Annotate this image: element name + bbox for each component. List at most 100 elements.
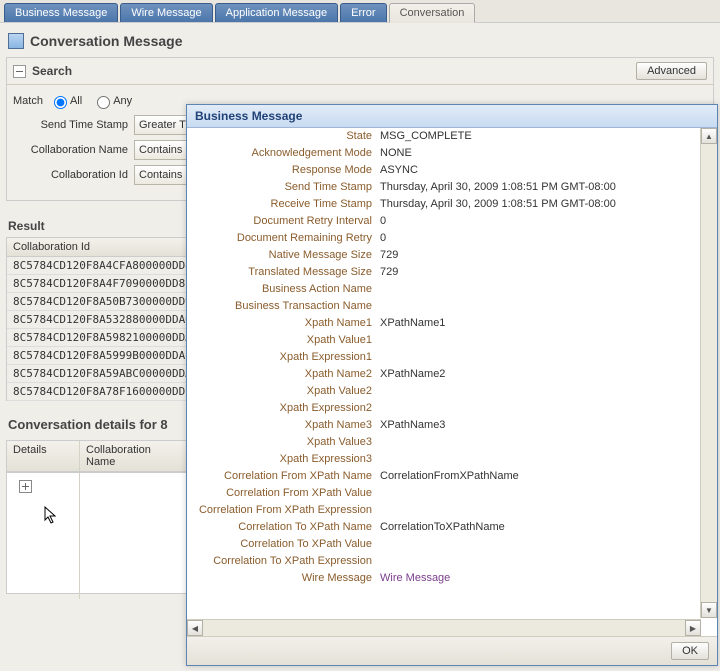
kv-row: Document Remaining Retry0 — [187, 230, 699, 247]
kv-row: Xpath Expression3 — [187, 451, 699, 468]
kv-row: Business Action Name — [187, 281, 699, 298]
field-value — [380, 536, 699, 553]
kv-row: Correlation To XPath Value — [187, 536, 699, 553]
field-value — [380, 383, 699, 400]
field-label: Collaboration Name — [13, 144, 134, 156]
field-value — [380, 451, 699, 468]
wire-message-link[interactable]: Wire Message — [380, 572, 450, 584]
field-value: XPathName2 — [380, 366, 699, 383]
scroll-left-icon[interactable]: ◀ — [187, 620, 203, 636]
field-value: 729 — [380, 247, 699, 264]
field-label: Receive Time Stamp — [187, 196, 380, 213]
expand-icon[interactable] — [19, 480, 32, 493]
field-value: Thursday, April 30, 2009 1:08:51 PM GMT-… — [380, 179, 699, 196]
table-row[interactable]: 8C5784CD120F8A5982100000DDAA — [7, 329, 207, 347]
kv-row: Xpath Name1XPathName1 — [187, 315, 699, 332]
field-label: Xpath Expression3 — [187, 451, 380, 468]
result-table: Collaboration Id 8C5784CD120F8A4CFA80000… — [6, 237, 208, 401]
field-value — [380, 502, 699, 519]
field-label: Xpath Value2 — [187, 383, 380, 400]
field-label: Correlation To XPath Name — [187, 519, 380, 536]
match-label: Match — [13, 95, 43, 107]
kv-row: Xpath Value1 — [187, 332, 699, 349]
field-value — [380, 281, 699, 298]
field-label: Xpath Expression1 — [187, 349, 380, 366]
tab-strip: Business Message Wire Message Applicatio… — [0, 0, 720, 23]
field-label: Response Mode — [187, 162, 380, 179]
scroll-right-icon[interactable]: ▶ — [685, 620, 701, 636]
table-row[interactable]: 8C5784CD120F8A4CFA800000DD8F9 — [7, 257, 207, 275]
field-value: ASYNC — [380, 162, 699, 179]
field-label: Correlation To XPath Value — [187, 536, 380, 553]
field-value — [380, 434, 699, 451]
conversation-icon — [8, 33, 24, 49]
field-label: Send Time Stamp — [13, 119, 134, 131]
field-label: Xpath Name3 — [187, 417, 380, 434]
tab-wire-message[interactable]: Wire Message — [120, 3, 212, 22]
field-label: Xpath Expression2 — [187, 400, 380, 417]
ok-button[interactable]: OK — [671, 642, 709, 660]
field-label: Correlation From XPath Name — [187, 468, 380, 485]
details-table: Details Collaboration Name — [6, 440, 188, 594]
kv-row: Xpath Value3 — [187, 434, 699, 451]
table-row[interactable]: 8C5784CD120F8A78F1600000DDB5 — [7, 383, 207, 401]
field-value — [380, 553, 699, 570]
field-value: 729 — [380, 264, 699, 281]
page-title-row: Conversation Message — [0, 23, 720, 57]
table-row[interactable]: 8C5784CD120F8A59ABC00000DDAC — [7, 365, 207, 383]
kv-row: Send Time StampThursday, April 30, 2009 … — [187, 179, 699, 196]
vertical-scrollbar[interactable]: ▲ ▼ — [700, 128, 717, 618]
kv-row: Xpath Expression2 — [187, 400, 699, 417]
match-any-radio[interactable] — [97, 96, 110, 109]
details-col-details[interactable]: Details — [7, 441, 80, 471]
tab-application-message[interactable]: Application Message — [215, 3, 339, 22]
field-value: MSG_COMPLETE — [380, 128, 699, 145]
field-label: Xpath Name1 — [187, 315, 380, 332]
kv-row: Acknowledgement ModeNONE — [187, 145, 699, 162]
kv-row: Correlation From XPath Expression — [187, 502, 699, 519]
details-col-collabname[interactable]: Collaboration Name — [80, 441, 187, 471]
page-title: Conversation Message — [30, 33, 183, 49]
field-value: XPathName3 — [380, 417, 699, 434]
table-row[interactable]: 8C5784CD120F8A5999B0000DDAB — [7, 347, 207, 365]
field-label: Correlation From XPath Value — [187, 485, 380, 502]
kv-row: Response ModeASYNC — [187, 162, 699, 179]
scroll-down-icon[interactable]: ▼ — [701, 602, 717, 618]
field-label: State — [187, 128, 380, 145]
field-value: 0 — [380, 213, 699, 230]
table-row[interactable]: 8C5784CD120F8A532880000DDA0 — [7, 311, 207, 329]
kv-row: StateMSG_COMPLETE — [187, 128, 699, 145]
tab-business-message[interactable]: Business Message — [4, 3, 118, 22]
field-value — [380, 349, 699, 366]
field-label: Collaboration Id — [13, 169, 134, 181]
kv-row: Document Retry Interval0 — [187, 213, 699, 230]
match-all-label: All — [70, 95, 82, 107]
result-column-header[interactable]: Collaboration Id — [7, 238, 207, 257]
scroll-up-icon[interactable]: ▲ — [701, 128, 717, 144]
match-all-radio[interactable] — [54, 96, 67, 109]
field-value: Wire Message — [380, 570, 699, 587]
kv-row: Correlation To XPath Expression — [187, 553, 699, 570]
field-value — [380, 400, 699, 417]
kv-row: Wire MessageWire Message — [187, 570, 699, 587]
field-value: CorrelationFromXPathName — [380, 468, 699, 485]
field-label: Acknowledgement Mode — [187, 145, 380, 162]
field-value — [380, 298, 699, 315]
tab-conversation[interactable]: Conversation — [389, 3, 476, 23]
field-value — [380, 485, 699, 502]
details-body-cell — [80, 473, 187, 593]
horizontal-scrollbar[interactable]: ◀ ▶ — [187, 619, 701, 636]
search-title: Search — [32, 64, 72, 78]
advanced-button[interactable]: Advanced — [636, 62, 707, 80]
kv-row: Business Transaction Name — [187, 298, 699, 315]
field-label: Business Transaction Name — [187, 298, 380, 315]
kv-row: Receive Time StampThursday, April 30, 20… — [187, 196, 699, 213]
tab-error[interactable]: Error — [340, 3, 386, 22]
collapse-icon[interactable] — [13, 65, 26, 78]
field-label: Native Message Size — [187, 247, 380, 264]
field-value: CorrelationToXPathName — [380, 519, 699, 536]
table-row[interactable]: 8C5784CD120F8A4F7090000DD8F9 — [7, 275, 207, 293]
field-value: XPathName1 — [380, 315, 699, 332]
table-row[interactable]: 8C5784CD120F8A50B7300000DD9B — [7, 293, 207, 311]
kv-row: Correlation From XPath Value — [187, 485, 699, 502]
